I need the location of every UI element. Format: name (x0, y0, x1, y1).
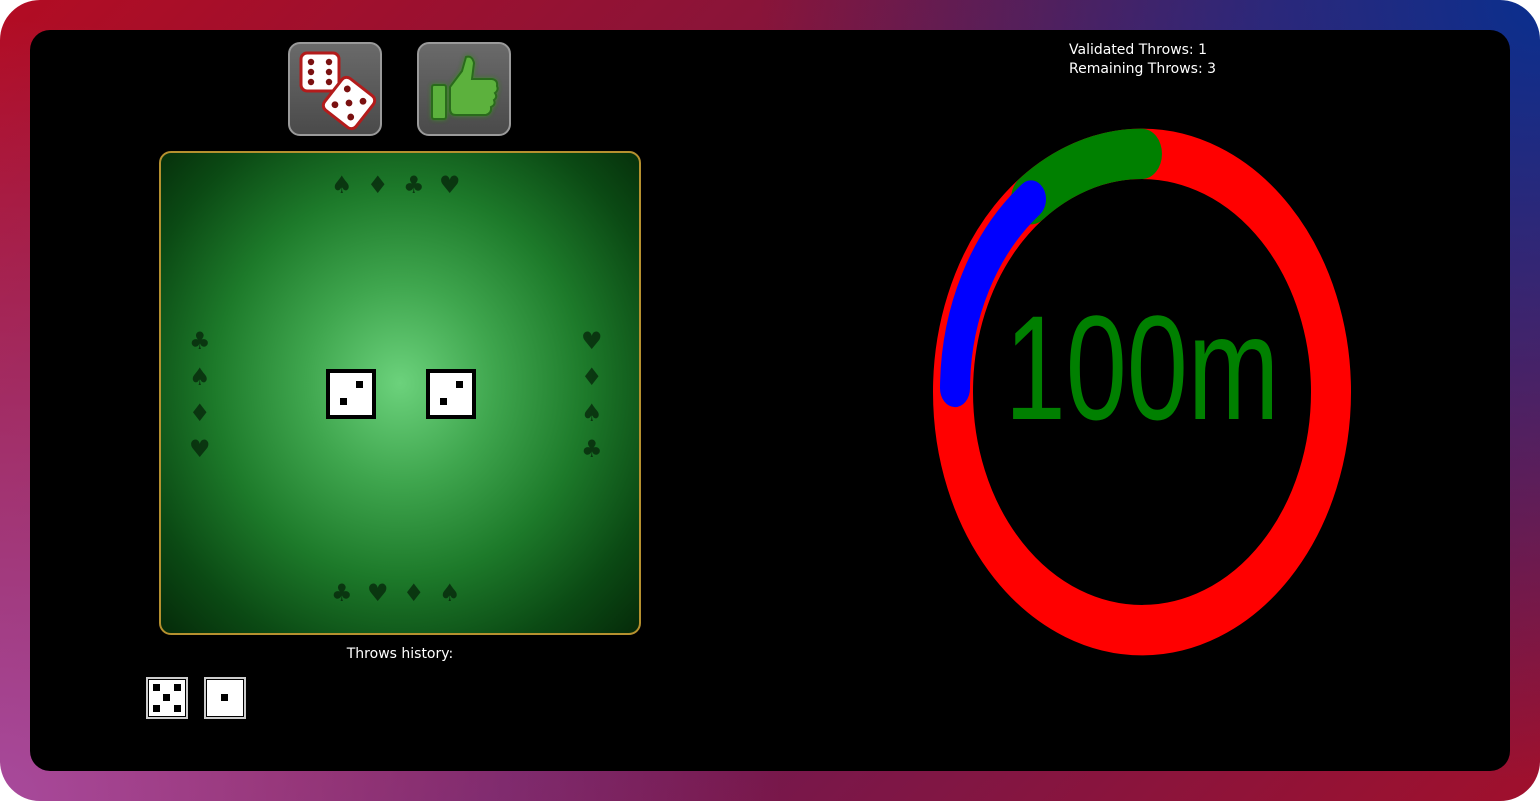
history-die (204, 677, 246, 719)
die-pip (153, 705, 160, 712)
die-pip (221, 694, 228, 701)
gauge-segment-green (1011, 128, 1162, 225)
die-pip (440, 398, 447, 405)
die-pip (174, 684, 181, 691)
distance-gauge: 100m (933, 128, 1351, 656)
club-icon: ♣ (581, 435, 603, 463)
diamond-icon: ♦ (367, 171, 389, 199)
diamond-icon: ♦ (581, 363, 603, 391)
diamond-icon: ♦ (189, 399, 211, 427)
history-die (146, 677, 188, 719)
heart-icon: ♥ (581, 327, 603, 355)
thumbs-up-icon (431, 55, 499, 120)
throws-history-label: Throws history: (346, 646, 454, 662)
app-frame: ♠ ♦ ♣ ♥ ♣ ♥ ♦ ♠ ♣ ♠ ♦ ♥ ♥ ♦ ♠ ♣ Throws h… (0, 0, 1540, 801)
roll-dice-button[interactable] (288, 42, 382, 136)
table-die (326, 369, 376, 419)
throw-stats: Validated Throws: 1 Remaining Throws: 3 (1069, 41, 1216, 79)
spade-icon: ♠ (439, 579, 461, 607)
spade-icon: ♠ (189, 363, 211, 391)
die-pip (356, 381, 363, 388)
die-pip (456, 381, 463, 388)
die-pip (174, 705, 181, 712)
table-die (426, 369, 476, 419)
game-panel: ♠ ♦ ♣ ♥ ♣ ♥ ♦ ♠ ♣ ♠ ♦ ♥ ♥ ♦ ♠ ♣ Throws h… (30, 30, 1510, 771)
validate-throw-button[interactable] (417, 42, 511, 136)
die-pip (340, 398, 347, 405)
die-pip (163, 694, 170, 701)
die-pip (153, 684, 160, 691)
spade-icon: ♠ (581, 399, 603, 427)
heart-icon: ♥ (439, 171, 461, 199)
validated-throws: Validated Throws: 1 (1069, 42, 1208, 58)
club-icon: ♣ (331, 579, 353, 607)
remaining-throws: Remaining Throws: 3 (1069, 61, 1217, 77)
dice-table: ♠ ♦ ♣ ♥ ♣ ♥ ♦ ♠ ♣ ♠ ♦ ♥ ♥ ♦ ♠ ♣ (159, 151, 641, 635)
heart-icon: ♥ (189, 435, 211, 463)
heart-icon: ♥ (367, 579, 389, 607)
club-icon: ♣ (403, 171, 425, 199)
dice-icon (299, 51, 377, 131)
spade-icon: ♠ (331, 171, 353, 199)
gauge-label: 100m (1005, 285, 1279, 451)
diamond-icon: ♦ (403, 579, 425, 607)
club-icon: ♣ (189, 327, 211, 355)
